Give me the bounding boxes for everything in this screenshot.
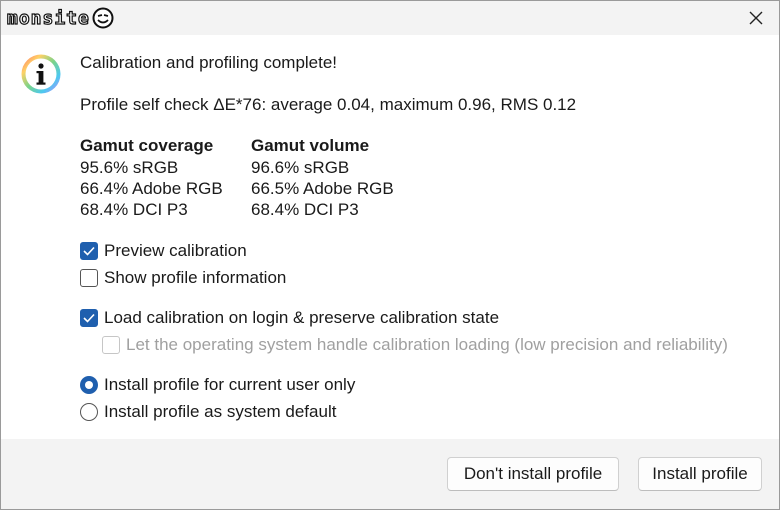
checkbox-disabled-icon: [102, 336, 120, 354]
preview-calibration-label: Preview calibration: [104, 241, 247, 260]
checkbox-unchecked-icon: [80, 269, 98, 287]
close-button[interactable]: [733, 1, 779, 35]
checkbox-checked-icon: [80, 242, 98, 260]
close-icon: [749, 11, 763, 25]
title-bar: monsite: [1, 1, 779, 35]
radio-unselected-icon: [80, 403, 98, 421]
dialog-footer: Don't install profile Install profile: [1, 439, 779, 509]
gamut-volume-header: Gamut volume: [251, 136, 370, 155]
install-system-default-radio[interactable]: Install profile as system default: [80, 402, 336, 422]
gamut-coverage-header: Gamut coverage: [80, 136, 214, 155]
coverage-srgb: 95.6% sRGB: [80, 158, 179, 177]
calibration-dialog: monsite Calibration and profiling comple…: [0, 0, 780, 510]
dont-install-profile-button[interactable]: Don't install profile: [447, 457, 619, 491]
install-current-user-radio[interactable]: Install profile for current user only: [80, 375, 355, 395]
info-icon: [21, 54, 61, 94]
coverage-dci-p3: 68.4% DCI P3: [80, 200, 188, 219]
radio-selected-icon: [80, 376, 98, 394]
logo-text: monsite: [6, 7, 90, 29]
self-check-text: Profile self check ΔE*76: average 0.04, …: [80, 95, 577, 114]
coverage-adobe-rgb: 66.4% Adobe RGB: [80, 179, 223, 198]
os-handle-loading-checkbox: Let the operating system handle calibrat…: [102, 335, 728, 355]
logo-smiley-icon: [92, 7, 114, 29]
install-current-user-label: Install profile for current user only: [104, 375, 356, 394]
show-profile-info-label: Show profile information: [104, 268, 287, 287]
volume-srgb: 96.6% sRGB: [251, 158, 350, 177]
volume-dci-p3: 68.4% DCI P3: [251, 200, 359, 219]
load-calibration-label: Load calibration on login & preserve cal…: [104, 308, 500, 327]
volume-adobe-rgb: 66.5% Adobe RGB: [251, 179, 394, 198]
checkbox-checked-icon: [80, 309, 98, 327]
install-system-default-label: Install profile as system default: [104, 402, 337, 421]
show-profile-info-checkbox[interactable]: Show profile information: [80, 268, 286, 288]
app-logo: monsite: [6, 6, 147, 30]
load-calibration-checkbox[interactable]: Load calibration on login & preserve cal…: [80, 308, 499, 328]
preview-calibration-checkbox[interactable]: Preview calibration: [80, 241, 247, 261]
message-title: Calibration and profiling complete!: [80, 53, 338, 72]
os-handle-loading-label: Let the operating system handle calibrat…: [126, 335, 728, 354]
dialog-content: Calibration and profiling complete! Prof…: [1, 35, 779, 439]
install-profile-button[interactable]: Install profile: [638, 457, 762, 491]
